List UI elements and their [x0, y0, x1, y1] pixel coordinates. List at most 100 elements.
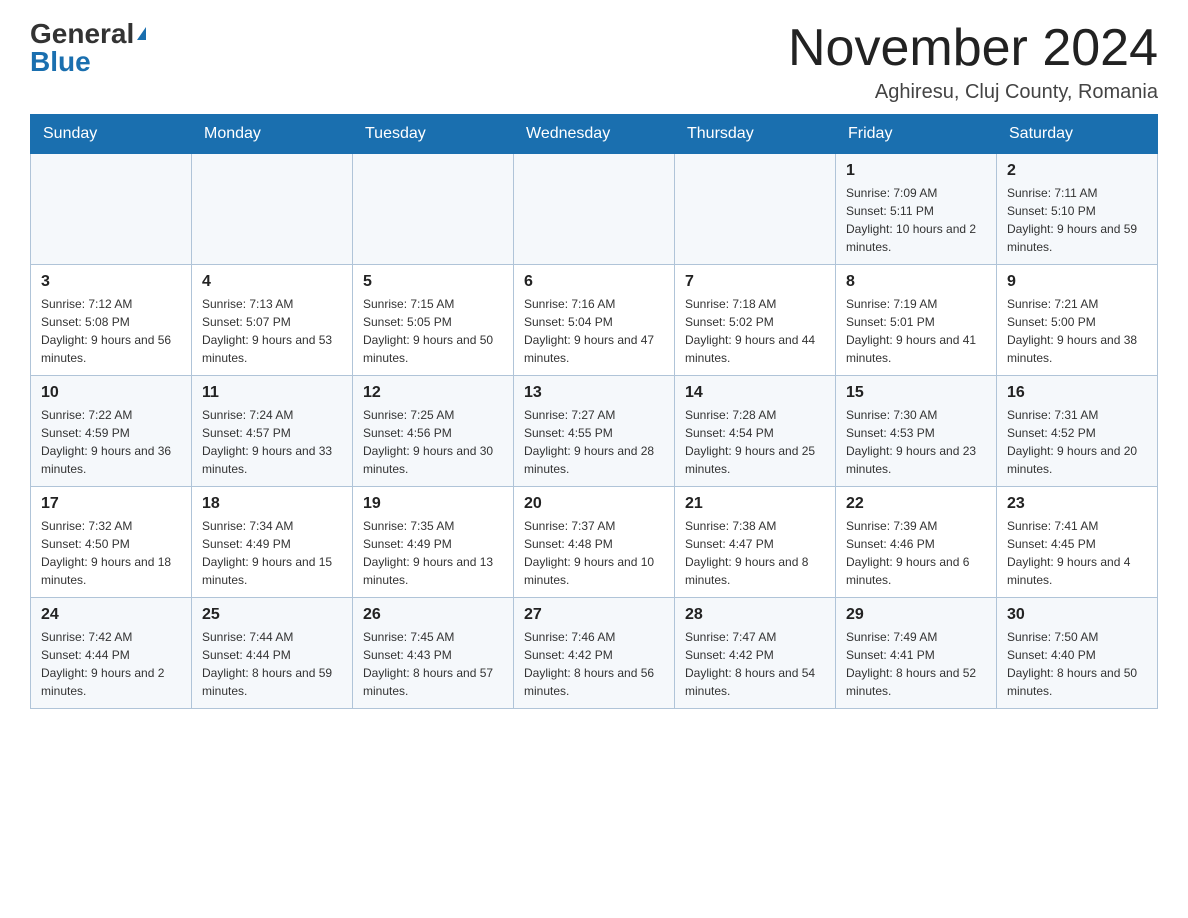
day-info: Sunrise: 7:25 AMSunset: 4:56 PMDaylight:… [363, 406, 503, 478]
location-title: Aghiresu, Cluj County, Romania [788, 81, 1158, 104]
day-number: 27 [524, 606, 664, 624]
day-info: Sunrise: 7:32 AMSunset: 4:50 PMDaylight:… [41, 517, 181, 589]
header-sunday: Sunday [31, 115, 192, 154]
logo: General Blue [30, 20, 146, 76]
calendar-body: 1 Sunrise: 7:09 AMSunset: 5:11 PMDaylight… [31, 154, 1158, 709]
table-row [675, 154, 836, 265]
table-row: 12 Sunrise: 7:25 AMSunset: 4:56 PMDayligh… [353, 376, 514, 487]
table-row: 22 Sunrise: 7:39 AMSunset: 4:46 PMDayligh… [836, 487, 997, 598]
header-saturday: Saturday [997, 115, 1158, 154]
header-friday: Friday [836, 115, 997, 154]
table-row: 6Sunrise: 7:16 AMSunset: 5:04 PMDaylight… [514, 265, 675, 376]
day-info: Sunrise: 7:37 AMSunset: 4:48 PMDaylight:… [524, 517, 664, 589]
table-row: 20 Sunrise: 7:37 AMSunset: 4:48 PMDayligh… [514, 487, 675, 598]
day-number: 28 [685, 606, 825, 624]
table-row: 30Sunrise: 7:50 AMSunset: 4:40 PMDayligh… [997, 598, 1158, 709]
table-row [514, 154, 675, 265]
day-info: Sunrise: 7:41 AMSunset: 4:45 PMDaylight:… [1007, 517, 1147, 589]
header-monday: Monday [192, 115, 353, 154]
day-info: Sunrise: 7:11 AMSunset: 5:10 PMDaylight:… [1007, 184, 1147, 256]
day-number: 16 [1007, 384, 1147, 402]
day-number: 19 [363, 495, 503, 513]
table-row: 9Sunrise: 7:21 AMSunset: 5:00 PMDaylight… [997, 265, 1158, 376]
table-row: 25 Sunrise: 7:44 AMSunset: 4:44 PMDayligh… [192, 598, 353, 709]
table-row: 26 Sunrise: 7:45 AMSunset: 4:43 PMDayligh… [353, 598, 514, 709]
table-row: 17 Sunrise: 7:32 AMSunset: 4:50 PMDayligh… [31, 487, 192, 598]
calendar-table: Sunday Monday Tuesday Wednesday Thursday… [30, 114, 1158, 709]
day-info: Sunrise: 7:39 AMSunset: 4:46 PMDaylight:… [846, 517, 986, 589]
day-info: Sunrise: 7:24 AMSunset: 4:57 PMDaylight:… [202, 406, 342, 478]
header-thursday: Thursday [675, 115, 836, 154]
day-number: 22 [846, 495, 986, 513]
table-row: 10 Sunrise: 7:22 AMSunset: 4:59 PMDayligh… [31, 376, 192, 487]
day-info: Sunrise: 7:34 AMSunset: 4:49 PMDaylight:… [202, 517, 342, 589]
table-row: 3 Sunrise: 7:12 AMSunset: 5:08 PMDaylight… [31, 265, 192, 376]
table-row: 4Sunrise: 7:13 AMSunset: 5:07 PMDaylight… [192, 265, 353, 376]
day-info: Sunrise: 7:16 AMSunset: 5:04 PMDaylight:… [524, 295, 664, 367]
header-wednesday: Wednesday [514, 115, 675, 154]
day-info: Sunrise: 7:35 AMSunset: 4:49 PMDaylight:… [363, 517, 503, 589]
day-number: 17 [41, 495, 181, 513]
day-info: Sunrise: 7:27 AMSunset: 4:55 PMDaylight:… [524, 406, 664, 478]
table-row: 21 Sunrise: 7:38 AMSunset: 4:47 PMDayligh… [675, 487, 836, 598]
day-info: Sunrise: 7:45 AMSunset: 4:43 PMDaylight:… [363, 628, 503, 700]
day-number: 24 [41, 606, 181, 624]
day-info: Sunrise: 7:47 AMSunset: 4:42 PMDaylight:… [685, 628, 825, 700]
table-row: 8 Sunrise: 7:19 AMSunset: 5:01 PMDaylight… [836, 265, 997, 376]
table-row: 24 Sunrise: 7:42 AMSunset: 4:44 PMDayligh… [31, 598, 192, 709]
day-number: 11 [202, 384, 342, 402]
calendar-week-row: 17 Sunrise: 7:32 AMSunset: 4:50 PMDayligh… [31, 487, 1158, 598]
calendar-week-row: 24 Sunrise: 7:42 AMSunset: 4:44 PMDayligh… [31, 598, 1158, 709]
page-header: General Blue November 2024 Aghiresu, Clu… [30, 20, 1158, 104]
day-number: 26 [363, 606, 503, 624]
day-number: 8 [846, 273, 986, 291]
table-row: 16 Sunrise: 7:31 AMSunset: 4:52 PMDayligh… [997, 376, 1158, 487]
day-number: 25 [202, 606, 342, 624]
day-info: Sunrise: 7:44 AMSunset: 4:44 PMDaylight:… [202, 628, 342, 700]
day-info: Sunrise: 7:15 AMSunset: 5:05 PMDaylight:… [363, 295, 503, 367]
calendar-week-row: 3 Sunrise: 7:12 AMSunset: 5:08 PMDaylight… [31, 265, 1158, 376]
table-row: 28 Sunrise: 7:47 AMSunset: 4:42 PMDayligh… [675, 598, 836, 709]
table-row: 2Sunrise: 7:11 AMSunset: 5:10 PMDaylight… [997, 154, 1158, 265]
table-row: 13 Sunrise: 7:27 AMSunset: 4:55 PMDayligh… [514, 376, 675, 487]
day-number: 30 [1007, 606, 1147, 624]
day-info: Sunrise: 7:18 AMSunset: 5:02 PMDaylight:… [685, 295, 825, 367]
day-info: Sunrise: 7:28 AMSunset: 4:54 PMDaylight:… [685, 406, 825, 478]
table-row: 18 Sunrise: 7:34 AMSunset: 4:49 PMDayligh… [192, 487, 353, 598]
table-row: 23Sunrise: 7:41 AMSunset: 4:45 PMDayligh… [997, 487, 1158, 598]
day-info: Sunrise: 7:22 AMSunset: 4:59 PMDaylight:… [41, 406, 181, 478]
day-info: Sunrise: 7:30 AMSunset: 4:53 PMDaylight:… [846, 406, 986, 478]
table-row [192, 154, 353, 265]
day-number: 29 [846, 606, 986, 624]
day-info: Sunrise: 7:12 AMSunset: 5:08 PMDaylight:… [41, 295, 181, 367]
table-row: 27 Sunrise: 7:46 AMSunset: 4:42 PMDayligh… [514, 598, 675, 709]
table-row [353, 154, 514, 265]
day-number: 5 [363, 273, 503, 291]
table-row: 11 Sunrise: 7:24 AMSunset: 4:57 PMDayligh… [192, 376, 353, 487]
logo-triangle-icon [137, 27, 146, 40]
day-number: 18 [202, 495, 342, 513]
day-number: 13 [524, 384, 664, 402]
calendar-week-row: 1 Sunrise: 7:09 AMSunset: 5:11 PMDaylight… [31, 154, 1158, 265]
day-number: 10 [41, 384, 181, 402]
calendar-header-row: Sunday Monday Tuesday Wednesday Thursday… [31, 115, 1158, 154]
day-info: Sunrise: 7:49 AMSunset: 4:41 PMDaylight:… [846, 628, 986, 700]
day-number: 1 [846, 162, 986, 180]
day-info: Sunrise: 7:42 AMSunset: 4:44 PMDaylight:… [41, 628, 181, 700]
day-info: Sunrise: 7:46 AMSunset: 4:42 PMDaylight:… [524, 628, 664, 700]
logo-blue: Blue [30, 48, 91, 76]
day-number: 21 [685, 495, 825, 513]
day-number: 12 [363, 384, 503, 402]
day-info: Sunrise: 7:09 AMSunset: 5:11 PMDaylight:… [846, 184, 986, 256]
logo-general: General [30, 20, 134, 48]
day-number: 20 [524, 495, 664, 513]
day-info: Sunrise: 7:31 AMSunset: 4:52 PMDaylight:… [1007, 406, 1147, 478]
day-info: Sunrise: 7:19 AMSunset: 5:01 PMDaylight:… [846, 295, 986, 367]
title-area: November 2024 Aghiresu, Cluj County, Rom… [788, 20, 1158, 104]
day-number: 14 [685, 384, 825, 402]
day-number: 15 [846, 384, 986, 402]
table-row [31, 154, 192, 265]
day-info: Sunrise: 7:38 AMSunset: 4:47 PMDaylight:… [685, 517, 825, 589]
day-number: 3 [41, 273, 181, 291]
table-row: 5 Sunrise: 7:15 AMSunset: 5:05 PMDaylight… [353, 265, 514, 376]
